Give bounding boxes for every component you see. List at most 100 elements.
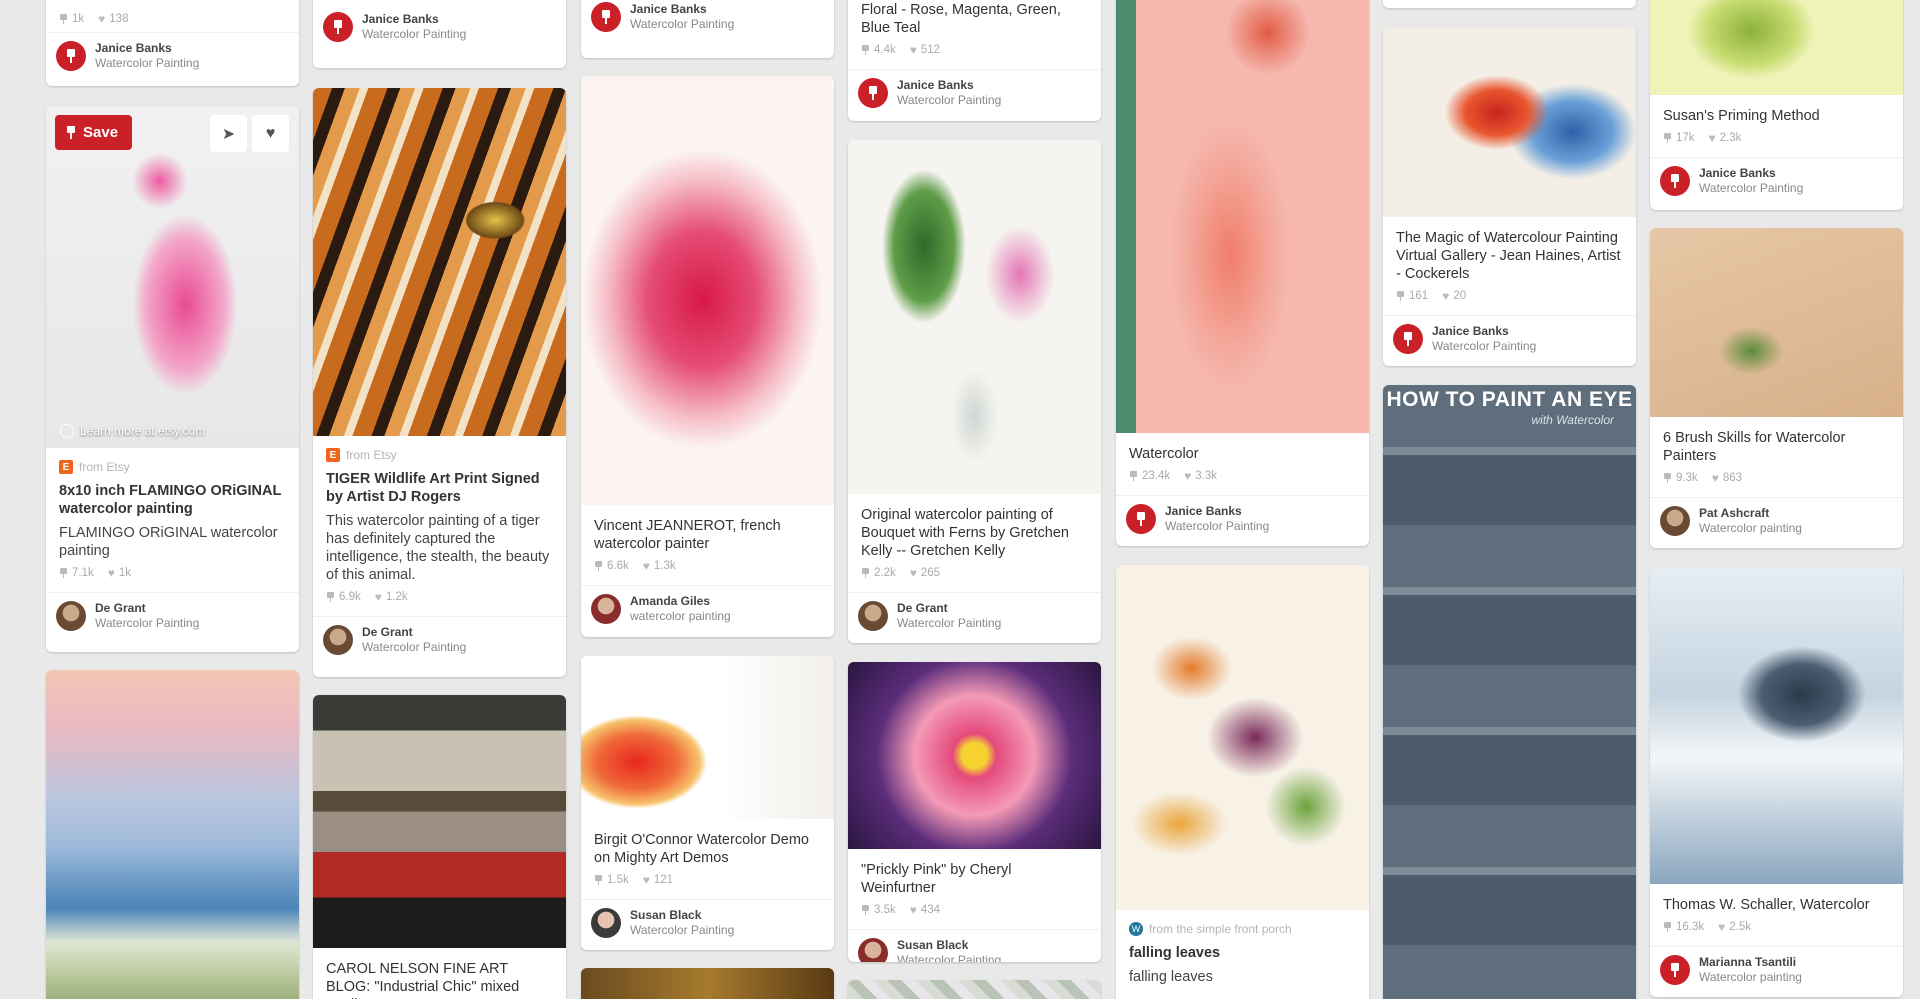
pin-stats: 9.3k ♥ 863: [1663, 471, 1890, 485]
send-icon: ➤: [221, 125, 236, 143]
pin-image[interactable]: [848, 140, 1101, 494]
pin-image[interactable]: [581, 76, 834, 505]
pin-card-industrial[interactable]: CAROL NELSON FINE ART BLOG: "Industrial …: [313, 695, 566, 999]
pin-card-flamingo[interactable]: Save ➤ ♥ Learn more at etsy.com Efrom Et…: [46, 106, 299, 652]
heart-icon: ♥: [1708, 131, 1716, 145]
heart-icon: ♥: [374, 590, 382, 604]
user-name: Amanda Giles: [630, 594, 711, 608]
pin-title: The Magic of Watercolour Painting Virtua…: [1396, 230, 1621, 282]
pin-description: FLAMINGO ORiGINAL watercolor painting: [59, 525, 278, 559]
pin-card[interactable]: [581, 968, 834, 999]
user-name: Janice Banks: [897, 78, 974, 92]
pin-image[interactable]: [1116, 565, 1369, 910]
pin-attribution[interactable]: Susan Black Watercolor Painting: [581, 899, 834, 946]
pin-card[interactable]: Janice Banks Watercolor Painting: [313, 0, 566, 68]
pin-image[interactable]: [1650, 0, 1903, 95]
pin-attribution[interactable]: Janice Banks Watercolor Painting: [313, 0, 566, 50]
pin-source[interactable]: Efrom Etsy: [326, 448, 553, 462]
pin-icon: [861, 905, 870, 915]
pin-attribution[interactable]: Janice Banks Watercolor Painting: [1650, 157, 1903, 204]
pin-card-bouquet[interactable]: Original watercolor painting of Bouquet …: [848, 140, 1101, 643]
send-button[interactable]: ➤: [210, 115, 247, 152]
learn-more-link[interactable]: Learn more at etsy.com: [60, 424, 205, 438]
pin-title: Original watercolor painting of Bouquet …: [861, 507, 1069, 559]
pin-image[interactable]: HOW TO PAINT AN EYE with Watercolor: [1383, 385, 1636, 999]
pin-stats: 23.4k ♥ 3.3k: [1129, 469, 1356, 483]
pin-card-snow-bridge[interactable]: Thomas W. Schaller, Watercolor 16.3k ♥ 2.…: [1650, 568, 1903, 997]
pin-card-priming[interactable]: Susan's Priming Method 17k ♥ 2.3k Janice …: [1650, 0, 1903, 210]
avatar: [858, 938, 888, 962]
pin-card-falling-leaves[interactable]: Wfrom the simple front porch falling lea…: [1116, 565, 1369, 999]
pin-attribution[interactable]: Janice Banks Watercolor Painting: [581, 0, 834, 40]
avatar: [56, 601, 86, 631]
pin-card[interactable]: Janice Banks Watercolor Painting: [581, 0, 834, 58]
globe-icon: [60, 424, 74, 438]
pin-image[interactable]: [46, 670, 299, 999]
save-button[interactable]: Save: [55, 115, 133, 150]
pin-title: 6 Brush Skills for Watercolor Painters: [1663, 430, 1846, 464]
user-name: Janice Banks: [1165, 504, 1242, 518]
pin-image[interactable]: [1650, 228, 1903, 417]
pin-image[interactable]: Save ➤ ♥ Learn more at etsy.com: [46, 106, 299, 448]
heart-icon: ♥: [1718, 920, 1726, 934]
board-name: Watercolor Painting: [362, 27, 467, 41]
pin-card-brush-demo[interactable]: Birgit O'Connor Watercolor Demo on Might…: [581, 656, 834, 950]
avatar: [858, 78, 888, 108]
pin-icon: [594, 561, 603, 571]
pin-image[interactable]: [313, 695, 566, 948]
pin-attribution[interactable]: Janice Banks Watercolor Painting: [46, 32, 299, 79]
pin-attribution[interactable]: De Grant Watercolor Painting: [46, 592, 299, 639]
pin-icon: [861, 568, 870, 578]
pin-attribution[interactable]: Pat Ashcraft Watercolor painting: [1650, 497, 1903, 544]
pin-card-cockerel[interactable]: The Magic of Watercolour Painting Virtua…: [1383, 27, 1636, 366]
pin-image[interactable]: [1650, 568, 1903, 884]
pin-image[interactable]: [581, 656, 834, 819]
like-button[interactable]: ♥: [252, 115, 289, 152]
pin-source[interactable]: Efrom Etsy: [59, 460, 286, 474]
user-name: Janice Banks: [630, 2, 707, 16]
pin-icon: [67, 125, 75, 140]
pin-attribution[interactable]: Janice Banks Watercolor Painting: [848, 69, 1101, 116]
pin-image[interactable]: [848, 662, 1101, 849]
pin-card[interactable]: [848, 980, 1101, 999]
board-name: Watercolor Painting: [1699, 181, 1804, 195]
heart-icon: ♥: [98, 12, 106, 26]
board-name: Watercolor Painting: [1165, 519, 1270, 533]
pin-attribution[interactable]: Susan Black Watercolor Painting: [848, 929, 1101, 962]
pin-attribution[interactable]: De Grant Watercolor Painting: [313, 616, 566, 663]
board-name: Watercolor Painting: [362, 640, 467, 654]
heart-icon: ♥: [1184, 469, 1192, 483]
pin-description: This watercolor painting of a tiger has …: [326, 513, 550, 583]
avatar: [591, 2, 621, 32]
board-name: Watercolor Painting: [897, 93, 1002, 107]
pin-card[interactable]: 1k ♥ 138 Janice Banks Watercolor Painting: [46, 0, 299, 86]
pin-card-eye-tutorial[interactable]: HOW TO PAINT AN EYE with Watercolor: [1383, 385, 1636, 999]
pin-attribution[interactable]: Marianna Tsantili Watercolor painting: [1650, 946, 1903, 993]
heart-icon: ♥: [265, 124, 276, 142]
pin-card-brush-skills[interactable]: 6 Brush Skills for Watercolor Painters 9…: [1650, 228, 1903, 548]
pin-stats: 6.9k ♥ 1.2k: [326, 590, 553, 604]
pin-image[interactable]: [581, 968, 834, 999]
pin-card[interactable]: [1383, 0, 1636, 8]
pin-attribution[interactable]: Janice Banks Watercolor Painting: [1383, 315, 1636, 362]
pin-card-prickly-pink[interactable]: "Prickly Pink" by Cheryl Weinfurtner 3.5…: [848, 662, 1101, 962]
avatar: [858, 601, 888, 631]
pin-card-peony[interactable]: Vincent JEANNEROT, french watercolor pai…: [581, 76, 834, 637]
pin-card[interactable]: Floral - Rose, Magenta, Green, Blue Teal…: [848, 0, 1101, 121]
pin-source[interactable]: Wfrom the simple front porch: [1129, 922, 1356, 936]
avatar: [56, 41, 86, 71]
pin-image[interactable]: [848, 980, 1101, 999]
pin-icon: [1396, 291, 1405, 301]
pin-image[interactable]: [1383, 27, 1636, 217]
pin-card-seascape[interactable]: [46, 670, 299, 999]
pin-image[interactable]: [313, 88, 566, 436]
avatar: [1126, 504, 1156, 534]
pin-card-watercolor[interactable]: Watercolor 23.4k ♥ 3.3k Janice Banks Water…: [1116, 0, 1369, 546]
avatar: [591, 594, 621, 624]
pin-attribution[interactable]: Janice Banks Watercolor Painting: [1116, 495, 1369, 542]
pin-attribution[interactable]: Amanda Giles watercolor painting: [581, 585, 834, 632]
pin-card-tiger[interactable]: Efrom Etsy TIGER Wildlife Art Print Sign…: [313, 88, 566, 677]
pin-attribution[interactable]: De Grant Watercolor Painting: [848, 592, 1101, 639]
pin-title: falling leaves: [1129, 945, 1221, 961]
pin-image[interactable]: [1116, 0, 1369, 433]
